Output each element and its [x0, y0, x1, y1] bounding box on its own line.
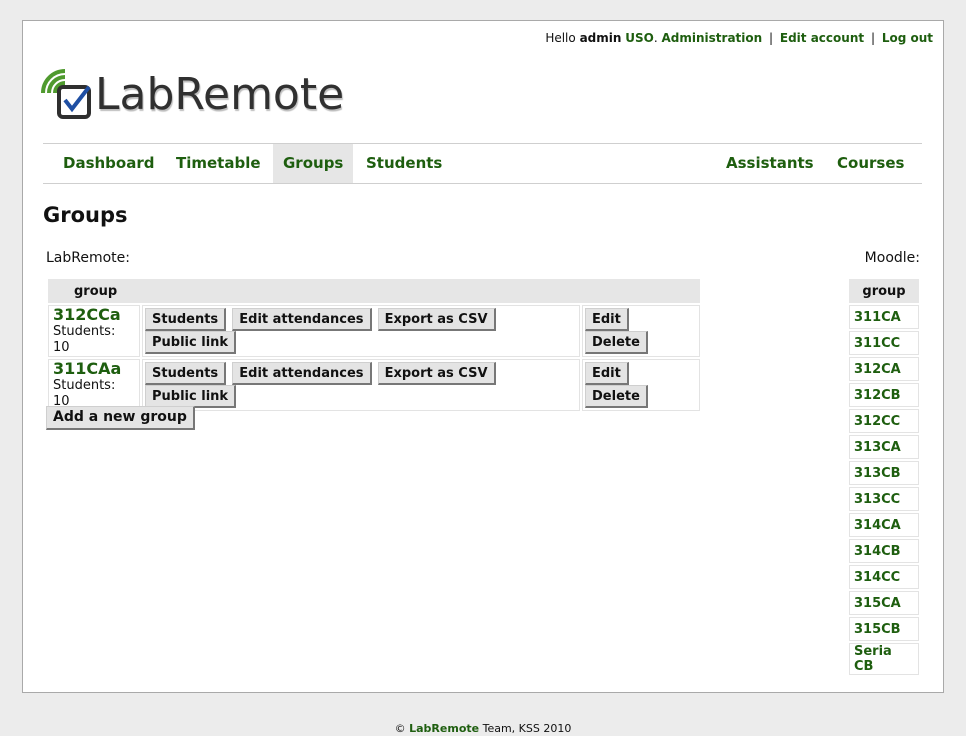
labremote-label: LabRemote: — [46, 250, 130, 266]
footer-brand-link[interactable]: LabRemote — [409, 722, 479, 735]
username: admin — [579, 31, 622, 45]
list-item: 312CB — [849, 383, 919, 407]
moodle-group-link[interactable]: 313CA — [854, 440, 901, 455]
nav-assistants[interactable]: Assistants — [716, 144, 824, 183]
nav-dashboard[interactable]: Dashboard — [53, 144, 164, 183]
delete-button[interactable]: Delete — [585, 385, 648, 408]
moodle-group-link[interactable]: 312CA — [854, 362, 901, 377]
export-csv-button[interactable]: Export as CSV — [377, 308, 496, 331]
labremote-logo[interactable]: LabRemote — [39, 67, 344, 123]
list-item: 313CC — [849, 487, 919, 511]
list-item: 314CA — [849, 513, 919, 537]
signal-check-icon — [41, 69, 91, 119]
edit-attendances-button[interactable]: Edit attendances — [232, 362, 372, 385]
logo-text: LabRemote — [95, 69, 345, 120]
main-nav: Dashboard Timetable Groups Students Assi… — [43, 143, 922, 184]
public-link-button[interactable]: Public link — [145, 385, 237, 408]
list-item: 313CB — [849, 461, 919, 485]
moodle-group-link[interactable]: 313CC — [854, 492, 900, 507]
list-item: 311CA — [849, 305, 919, 329]
edit-account-link[interactable]: Edit account — [780, 31, 864, 45]
moodle-group-link[interactable]: 312CC — [854, 414, 900, 429]
export-csv-button[interactable]: Export as CSV — [377, 362, 496, 385]
nav-students[interactable]: Students — [356, 144, 452, 183]
group-manage-actions: Edit Delete — [582, 359, 700, 411]
list-item: 312CC — [849, 409, 919, 433]
list-item: 313CA — [849, 435, 919, 459]
list-item: 314CB — [849, 539, 919, 563]
moodle-groups-table: group 311CA 311CC 312CA 312CB 312CC 313C… — [847, 277, 921, 677]
group-cell: 311CAa Students: 10 — [48, 359, 140, 411]
list-item: 315CB — [849, 617, 919, 641]
groups-table: group 312CCa Students: 10 Students Edit … — [46, 277, 702, 413]
public-link-button[interactable]: Public link — [145, 331, 237, 354]
edit-button[interactable]: Edit — [585, 362, 629, 385]
students-button[interactable]: Students — [145, 362, 227, 385]
nav-groups[interactable]: Groups — [273, 144, 354, 183]
delete-button[interactable]: Delete — [585, 331, 648, 354]
footer-text: Team, KSS 2010 — [482, 722, 572, 735]
moodle-group-link[interactable]: 313CB — [854, 466, 901, 481]
log-out-link[interactable]: Log out — [882, 31, 933, 45]
moodle-table-header: group — [849, 279, 919, 303]
table-row: 312CCa Students: 10 Students Edit attend… — [48, 305, 700, 357]
group-manage-actions: Edit Delete — [582, 305, 700, 357]
moodle-group-link[interactable]: 312CB — [854, 388, 901, 403]
footer: © LabRemote Team, KSS 2010 — [0, 722, 966, 735]
list-item: 315CA — [849, 591, 919, 615]
list-item: 314CC — [849, 565, 919, 589]
add-group-button[interactable]: Add a new group — [46, 406, 195, 430]
administration-link[interactable]: Administration — [662, 31, 763, 45]
user-bar: Hello admin USO. Administration | Edit a… — [545, 31, 933, 45]
moodle-label: Moodle: — [864, 250, 920, 266]
group-actions: Students Edit attendances Export as CSV … — [142, 305, 580, 357]
moodle-group-link[interactable]: 315CA — [854, 596, 901, 611]
groups-table-header: group — [48, 279, 700, 303]
moodle-group-link[interactable]: 314CC — [854, 570, 900, 585]
copyright-symbol: © — [394, 722, 406, 735]
page-title: Groups — [43, 203, 128, 227]
separator: | — [769, 31, 774, 45]
nav-timetable[interactable]: Timetable — [166, 144, 271, 183]
moodle-group-link[interactable]: 315CB — [854, 622, 901, 637]
list-item: 312CA — [849, 357, 919, 381]
list-item: 311CC — [849, 331, 919, 355]
student-count: Students: 10 — [53, 324, 116, 355]
nav-courses[interactable]: Courses — [827, 144, 914, 183]
moodle-group-link[interactable]: Seria CB — [854, 644, 892, 674]
list-item: Seria CB — [849, 643, 919, 675]
moodle-group-link[interactable]: 311CC — [854, 336, 900, 351]
role-link[interactable]: USO — [625, 31, 654, 45]
group-link[interactable]: 312CCa — [53, 306, 135, 324]
group-cell: 312CCa Students: 10 — [48, 305, 140, 357]
group-link[interactable]: 311CAa — [53, 360, 135, 378]
edit-button[interactable]: Edit — [585, 308, 629, 331]
moodle-group-link[interactable]: 314CA — [854, 518, 901, 533]
table-row: 311CAa Students: 10 Students Edit attend… — [48, 359, 700, 411]
greeting-text: Hello — [545, 31, 576, 45]
students-button[interactable]: Students — [145, 308, 227, 331]
moodle-group-link[interactable]: 314CB — [854, 544, 901, 559]
edit-attendances-button[interactable]: Edit attendances — [232, 308, 372, 331]
group-actions: Students Edit attendances Export as CSV … — [142, 359, 580, 411]
separator: | — [870, 31, 875, 45]
page-container: Hello admin USO. Administration | Edit a… — [22, 20, 944, 693]
moodle-group-link[interactable]: 311CA — [854, 310, 901, 325]
